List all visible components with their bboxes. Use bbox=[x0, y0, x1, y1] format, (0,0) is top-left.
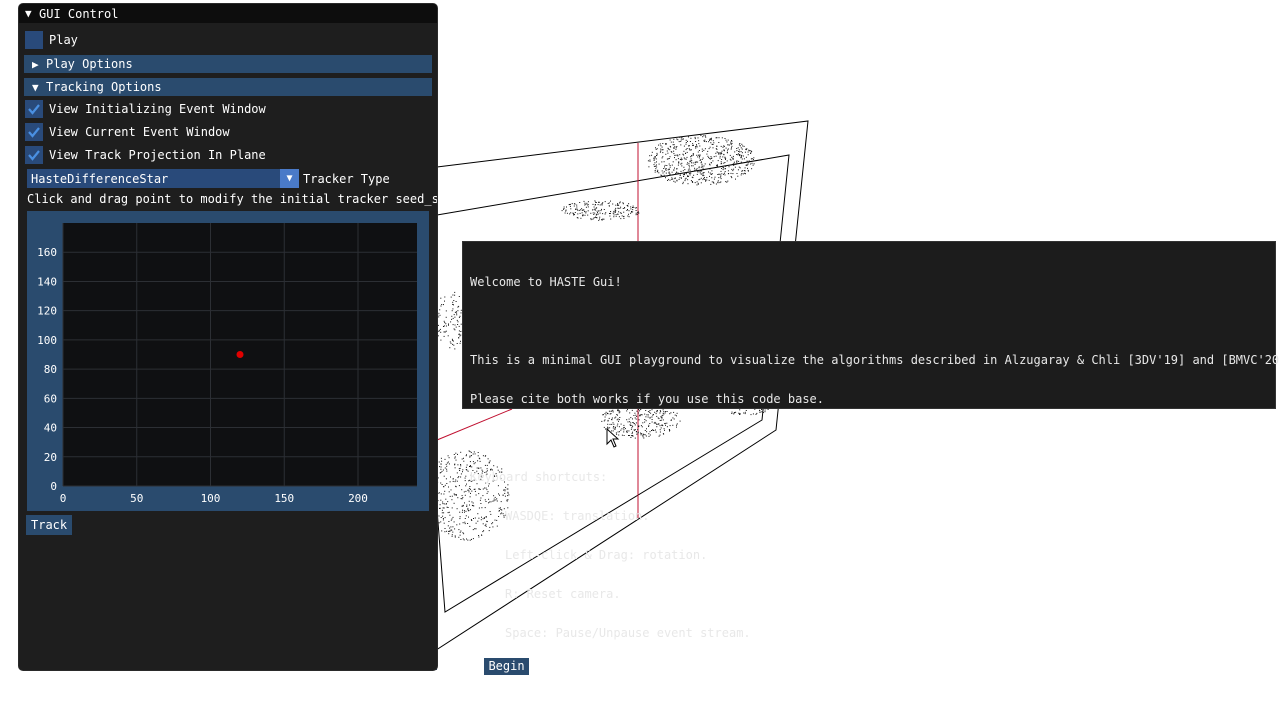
window-title: GUI Control bbox=[39, 6, 119, 21]
tracker-type-label: Tracker Type bbox=[303, 172, 390, 186]
checkmark-icon bbox=[28, 150, 40, 161]
track-button[interactable]: Track bbox=[26, 515, 73, 535]
welcome-title: Welcome to HASTE Gui! bbox=[470, 275, 622, 289]
seed-plot-frame: 0 50 100 150 200 0 20 40 60 80 100 120 140 160 bbox=[27, 211, 429, 511]
seed-hint-text: Click and drag point to modify the initi… bbox=[27, 192, 437, 206]
shortcut-item: R: Reset camera. bbox=[505, 587, 621, 601]
expand-triangle-icon: ▶ bbox=[32, 57, 39, 71]
welcome-description: This is a minimal GUI playground to visu… bbox=[470, 353, 1279, 367]
gui-control-window: ▼ GUI Control Play ▶ Play Options ▼ Trac… bbox=[19, 4, 437, 670]
shortcut-item: Space: Pause/Unpause event stream. bbox=[505, 626, 751, 640]
tracker-type-value: HasteDifferenceStar bbox=[31, 171, 169, 186]
view-track-projection-checkbox[interactable] bbox=[25, 146, 43, 164]
play-checkbox-row[interactable]: Play bbox=[25, 30, 78, 50]
y-tick-label: 40 bbox=[44, 422, 57, 435]
x-tick-label: 50 bbox=[130, 492, 143, 505]
checkbox-label: View Track Projection In Plane bbox=[49, 148, 266, 162]
x-tick-label: 200 bbox=[348, 492, 368, 505]
y-tick-label: 120 bbox=[37, 305, 57, 318]
y-tick-label: 60 bbox=[44, 392, 57, 405]
view-current-event-window-row[interactable]: View Current Event Window bbox=[25, 122, 230, 142]
y-tick-label: 100 bbox=[37, 334, 57, 347]
play-options-label: Play Options bbox=[46, 57, 133, 71]
seed-point[interactable] bbox=[236, 351, 244, 358]
welcome-citation: Please cite both works if you use this c… bbox=[470, 392, 825, 406]
x-tick-label: 100 bbox=[201, 492, 221, 505]
play-options-header[interactable]: ▶ Play Options bbox=[24, 55, 432, 73]
view-track-projection-row[interactable]: View Track Projection In Plane bbox=[25, 145, 266, 165]
y-tick-label: 80 bbox=[44, 363, 57, 376]
x-tick-label: 150 bbox=[274, 492, 294, 505]
tracking-options-header[interactable]: ▼ Tracking Options bbox=[24, 78, 432, 96]
play-checkbox[interactable] bbox=[25, 31, 43, 49]
shortcuts-title: Keyboard shortcuts: bbox=[470, 470, 608, 484]
checkmark-icon bbox=[28, 127, 40, 138]
checkbox-label: View Initializing Event Window bbox=[49, 102, 266, 116]
shortcut-item: WASDQE: translation. bbox=[505, 509, 650, 523]
y-tick-label: 160 bbox=[37, 246, 57, 259]
shortcut-item: Left-click & Drag: rotation. bbox=[505, 548, 708, 562]
tracker-type-dropdown[interactable]: HasteDifferenceStar ▼ bbox=[27, 169, 299, 188]
checkbox-label: View Current Event Window bbox=[49, 125, 230, 139]
view-initializing-event-window-row[interactable]: View Initializing Event Window bbox=[25, 99, 266, 119]
collapse-triangle-icon: ▼ bbox=[32, 80, 39, 94]
y-tick-label: 20 bbox=[44, 451, 57, 464]
begin-button[interactable]: Begin bbox=[484, 658, 529, 675]
y-tick-label: 140 bbox=[37, 275, 57, 288]
collapse-triangle-icon[interactable]: ▼ bbox=[25, 7, 39, 20]
play-label: Play bbox=[49, 33, 78, 47]
x-tick-label: 0 bbox=[60, 492, 67, 505]
view-initializing-event-window-checkbox[interactable] bbox=[25, 100, 43, 118]
welcome-popup: Welcome to HASTE Gui! This is a minimal … bbox=[462, 241, 1279, 675]
tracking-options-label: Tracking Options bbox=[46, 80, 162, 94]
gui-control-titlebar[interactable]: ▼ GUI Control bbox=[19, 4, 437, 23]
seed-plot[interactable]: 0 50 100 150 200 0 20 40 60 80 100 120 140 160 bbox=[27, 211, 429, 511]
y-tick-label: 0 bbox=[50, 480, 57, 493]
view-current-event-window-checkbox[interactable] bbox=[25, 123, 43, 141]
checkmark-icon bbox=[28, 104, 40, 115]
mouse-cursor-icon bbox=[606, 428, 620, 448]
chevron-down-icon[interactable]: ▼ bbox=[280, 169, 299, 188]
